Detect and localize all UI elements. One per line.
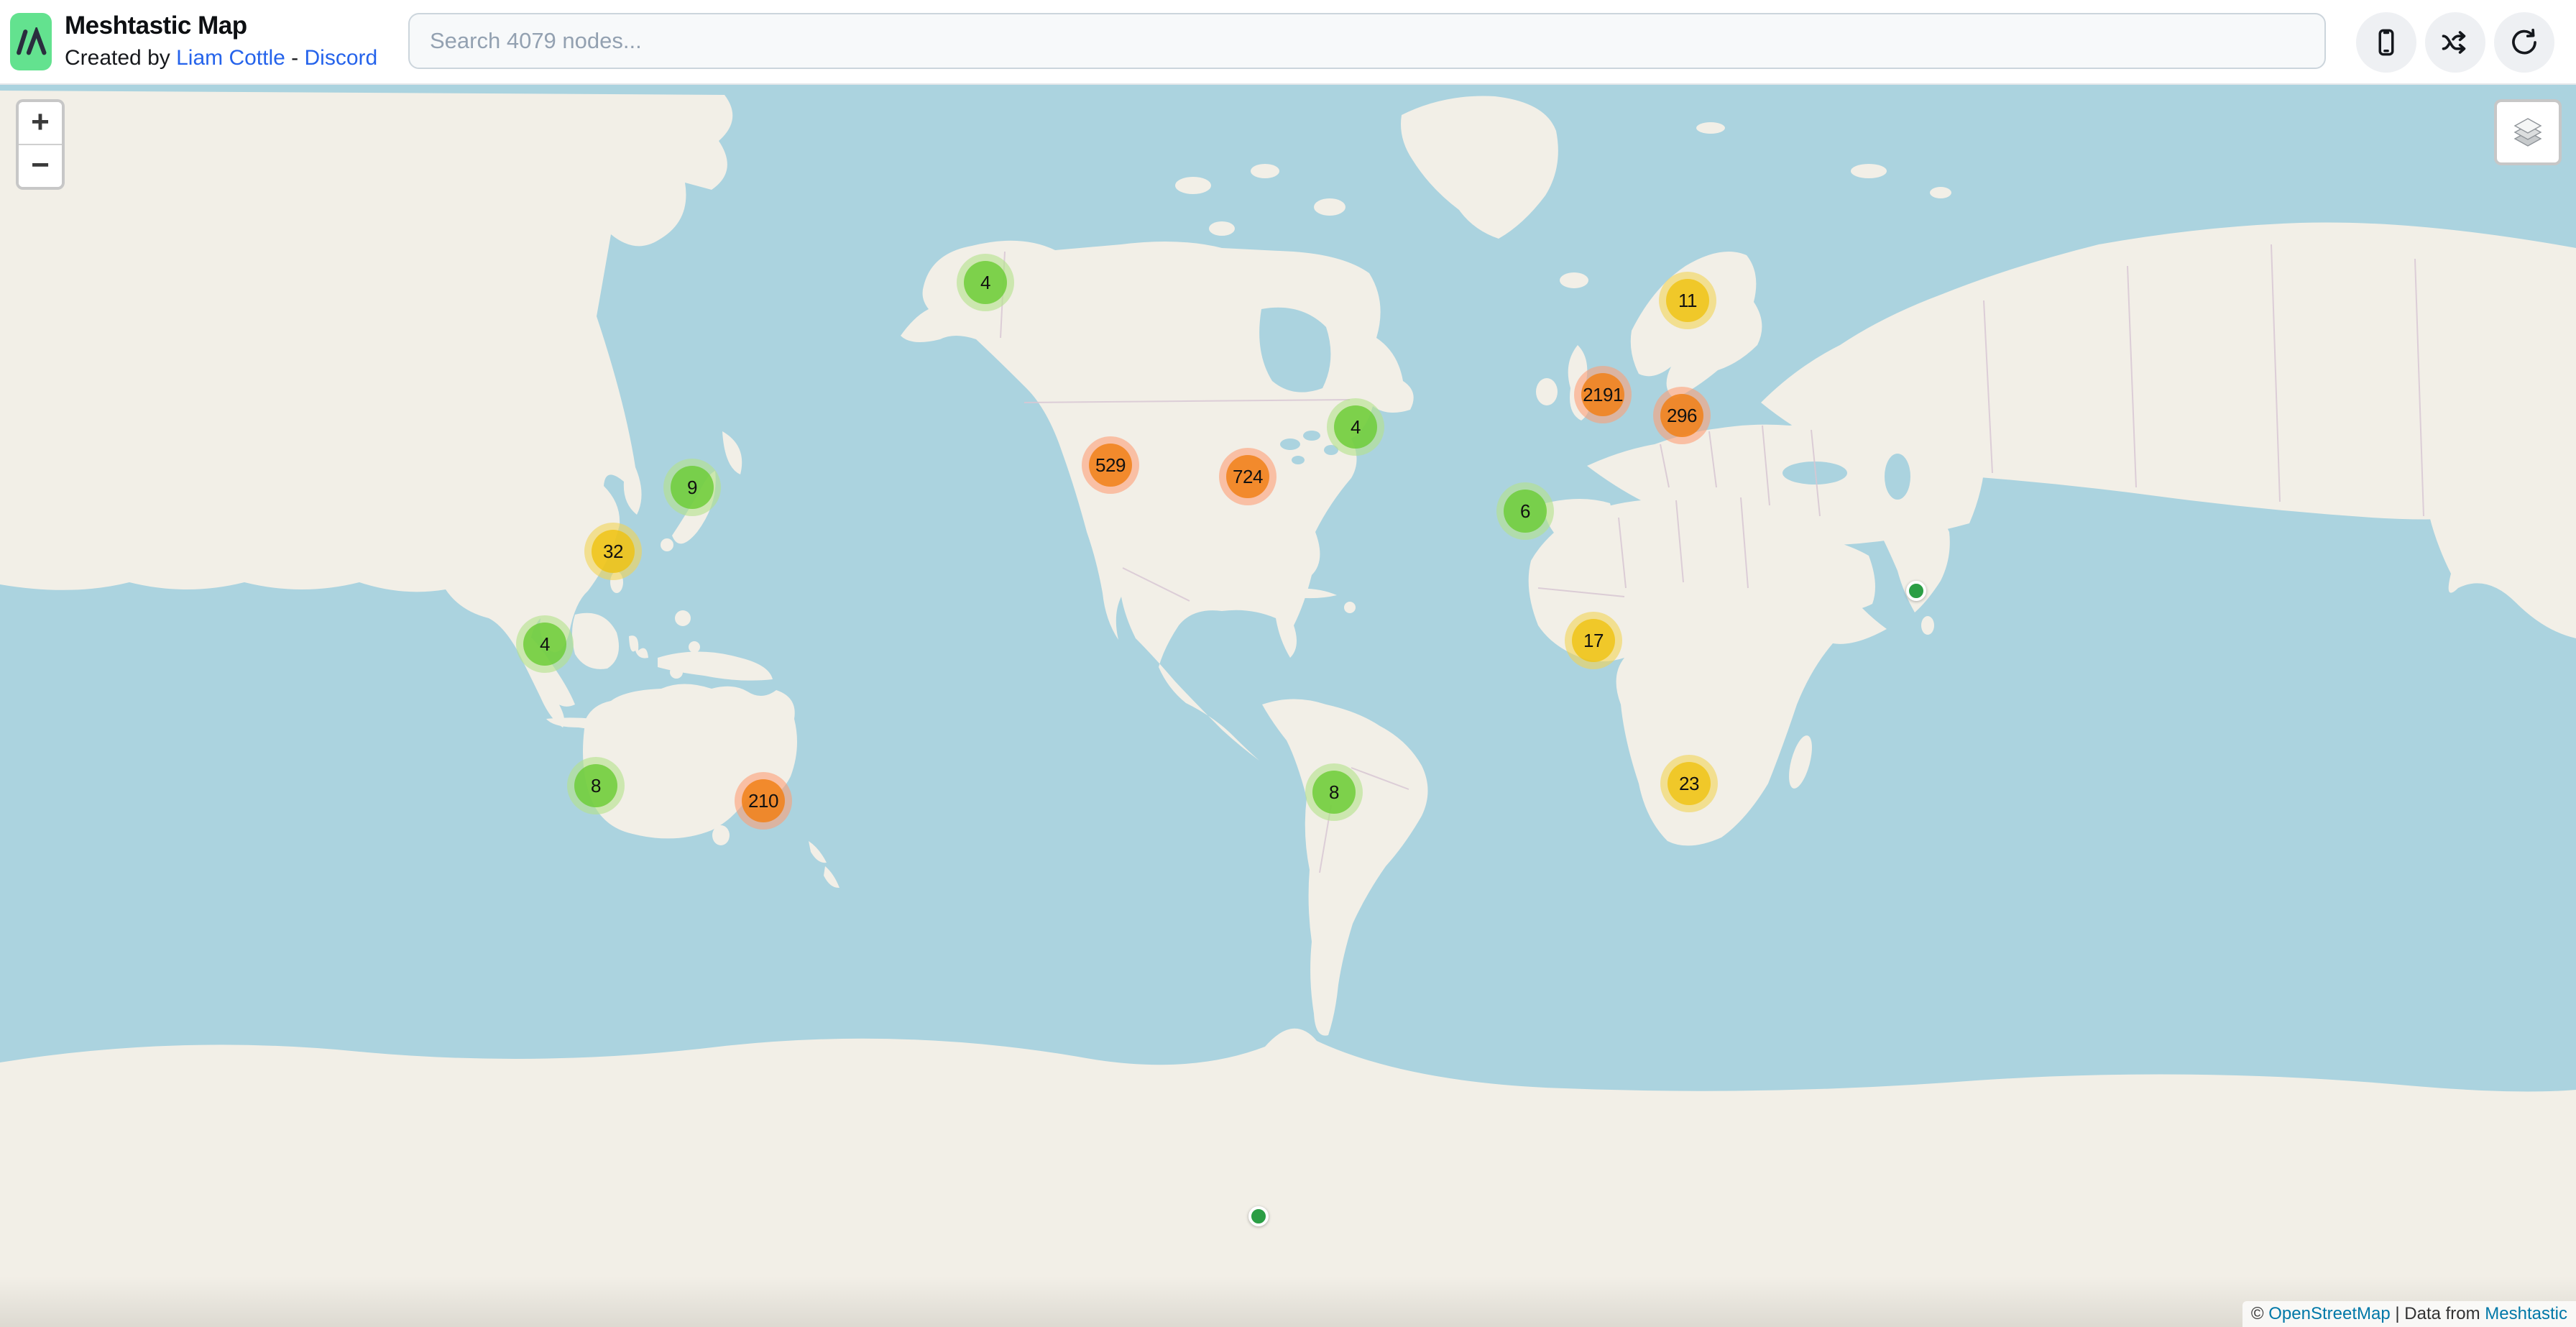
attribution: © OpenStreetMap | Data from Meshtastic bbox=[2242, 1301, 2576, 1327]
header: Meshtastic Map Created by Liam Cottle - … bbox=[0, 0, 2576, 85]
cluster-marker-eastern-us[interactable]: 724 bbox=[1219, 448, 1276, 505]
osm-link[interactable]: OpenStreetMap bbox=[2268, 1304, 2390, 1323]
cluster-count: 23 bbox=[1668, 762, 1711, 805]
cluster-marker-finland[interactable]: 11 bbox=[1659, 272, 1716, 329]
refresh-button[interactable] bbox=[2494, 12, 2554, 73]
cluster-count: 210 bbox=[742, 779, 785, 822]
cluster-marker-west-africa[interactable]: 17 bbox=[1565, 612, 1622, 669]
cluster-marker-canary-islands[interactable]: 6 bbox=[1496, 482, 1554, 540]
attribution-separator: | Data from bbox=[2391, 1304, 2485, 1323]
shuffle-icon bbox=[2439, 27, 2471, 58]
cluster-marker-south-africa[interactable]: 23 bbox=[1660, 755, 1718, 812]
meshtastic-logo bbox=[10, 13, 52, 70]
meshtastic-link[interactable]: Meshtastic bbox=[2485, 1304, 2567, 1323]
refresh-icon bbox=[2508, 27, 2540, 58]
zoom-out-button[interactable]: − bbox=[19, 145, 62, 187]
cluster-marker-western-australia[interactable]: 8 bbox=[567, 757, 625, 814]
shuffle-node-button[interactable] bbox=[2425, 12, 2485, 73]
cluster-marker-argentina[interactable]: 8 bbox=[1305, 763, 1363, 821]
cluster-count: 2191 bbox=[1581, 373, 1624, 416]
page-title: Meshtastic Map bbox=[65, 12, 247, 40]
cluster-count: 8 bbox=[1312, 771, 1356, 814]
subtitle-prefix: Created by bbox=[65, 46, 176, 70]
cluster-marker-indonesia[interactable]: 4 bbox=[516, 615, 574, 673]
cluster-marker-northeast-america[interactable]: 4 bbox=[1327, 398, 1384, 456]
cluster-count: 8 bbox=[574, 764, 617, 807]
layers-control[interactable] bbox=[2494, 99, 2562, 165]
cluster-marker-western-us[interactable]: 529 bbox=[1082, 436, 1139, 494]
copyright-text: © bbox=[2251, 1304, 2268, 1323]
mobile-app-button[interactable] bbox=[2356, 12, 2416, 73]
author-link[interactable]: Liam Cottle bbox=[176, 46, 285, 70]
marker-layer: 4 11 2191 296 4 529 724 9 32 6 4 17 8 210 8 23 bbox=[0, 85, 2576, 1327]
zoom-in-button[interactable]: + bbox=[19, 102, 62, 145]
node-marker-india[interactable] bbox=[1906, 581, 1926, 601]
cluster-count: 11 bbox=[1666, 279, 1709, 322]
cluster-count: 529 bbox=[1089, 444, 1132, 487]
layers-icon bbox=[2508, 113, 2547, 152]
cluster-count: 4 bbox=[523, 623, 566, 666]
node-marker-antarctica[interactable] bbox=[1248, 1206, 1269, 1226]
cluster-count: 6 bbox=[1504, 490, 1547, 533]
meshtastic-logo-icon bbox=[14, 27, 47, 56]
cluster-count: 296 bbox=[1660, 394, 1703, 437]
subtitle: Created by Liam Cottle - Discord bbox=[65, 46, 377, 70]
cluster-marker-alaska[interactable]: 4 bbox=[957, 254, 1014, 311]
cluster-count: 17 bbox=[1572, 619, 1615, 662]
smartphone-icon bbox=[2371, 27, 2401, 58]
cluster-marker-western-europe[interactable]: 2191 bbox=[1574, 366, 1632, 423]
zoom-control: + − bbox=[16, 99, 65, 190]
cluster-count: 4 bbox=[964, 261, 1007, 304]
search-input[interactable] bbox=[408, 13, 2326, 69]
cluster-count: 9 bbox=[671, 466, 714, 509]
cluster-count: 4 bbox=[1334, 405, 1377, 449]
cluster-marker-japan[interactable]: 9 bbox=[663, 459, 721, 516]
cluster-count: 32 bbox=[592, 530, 635, 573]
discord-link[interactable]: Discord bbox=[305, 46, 378, 70]
cluster-marker-southeast-australia[interactable]: 210 bbox=[735, 772, 792, 830]
cluster-count: 724 bbox=[1226, 455, 1269, 498]
map-canvas[interactable]: 4 11 2191 296 4 529 724 9 32 6 4 17 8 210 8 23 + − © Op… bbox=[0, 85, 2576, 1327]
cluster-marker-central-europe[interactable]: 296 bbox=[1653, 387, 1711, 444]
subtitle-separator: - bbox=[285, 46, 305, 70]
cluster-marker-taiwan[interactable]: 32 bbox=[584, 523, 642, 580]
